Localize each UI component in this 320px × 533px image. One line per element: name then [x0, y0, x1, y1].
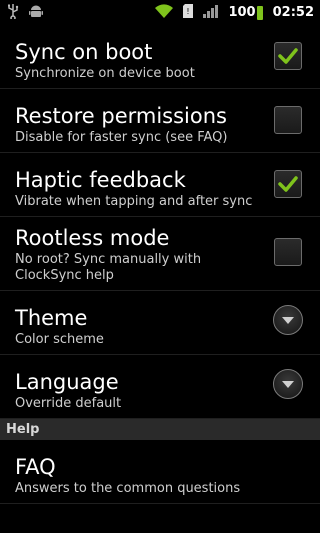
pref-haptic-feedback[interactable]: Haptic feedback Vibrate when tapping and…	[0, 153, 320, 217]
pref-summary: Color scheme	[15, 332, 104, 347]
section-header-help: Help	[0, 419, 320, 440]
pref-restore-permissions[interactable]: Restore permissions Disable for faster s…	[0, 89, 320, 153]
pref-faq[interactable]: FAQ Answers to the common questions	[0, 440, 320, 504]
status-bar: ! 100 02:52	[0, 0, 320, 25]
language-dropdown-icon[interactable]	[273, 369, 303, 399]
preferences-list: Sync on boot Synchronize on device boot …	[0, 25, 320, 504]
pref-summary: Vibrate when tapping and after sync	[15, 194, 253, 209]
battery-percent: 100	[228, 5, 256, 20]
battery-indicator: 100	[228, 5, 263, 20]
sync-on-boot-checkbox[interactable]	[274, 42, 302, 70]
pref-summary: Override default	[15, 396, 122, 411]
pref-title: Theme	[15, 306, 88, 330]
pref-title: Language	[15, 370, 119, 394]
battery-icon	[256, 5, 263, 20]
pref-summary: Disable for faster sync (see FAQ)	[15, 130, 228, 145]
pref-title: Haptic feedback	[15, 168, 186, 192]
notification-icons	[6, 3, 44, 23]
checkmark-icon	[278, 48, 298, 64]
rootless-mode-checkbox[interactable]	[274, 238, 302, 266]
haptic-feedback-checkbox[interactable]	[274, 170, 302, 198]
system-icons: ! 100 02:52	[154, 3, 314, 23]
pref-title: Restore permissions	[15, 104, 227, 128]
chevron-down-icon	[282, 317, 294, 324]
pref-title: FAQ	[15, 455, 56, 479]
sd-card-icon: !	[182, 3, 194, 23]
pref-rootless-mode[interactable]: Rootless mode No root? Sync manually wit…	[0, 217, 320, 291]
pref-summary: Answers to the common questions	[15, 481, 241, 496]
pref-summary: No root? Sync manually with ClockSync he…	[15, 252, 202, 283]
pref-theme[interactable]: Theme Color scheme	[0, 291, 320, 355]
chevron-down-icon	[282, 381, 294, 388]
pref-title: Rootless mode	[15, 226, 170, 250]
pref-language[interactable]: Language Override default	[0, 355, 320, 419]
restore-permissions-checkbox[interactable]	[274, 106, 302, 134]
checkmark-icon	[278, 176, 298, 192]
svg-text:!: !	[187, 7, 190, 16]
usb-icon	[6, 3, 20, 23]
clock: 02:52	[272, 5, 314, 20]
pref-title: Sync on boot	[15, 40, 153, 64]
wifi-icon	[154, 3, 174, 23]
theme-dropdown-icon[interactable]	[273, 305, 303, 335]
android-debug-icon	[28, 3, 44, 23]
pref-summary: Synchronize on device boot	[15, 66, 195, 81]
signal-icon	[202, 3, 220, 23]
pref-sync-on-boot[interactable]: Sync on boot Synchronize on device boot	[0, 25, 320, 89]
